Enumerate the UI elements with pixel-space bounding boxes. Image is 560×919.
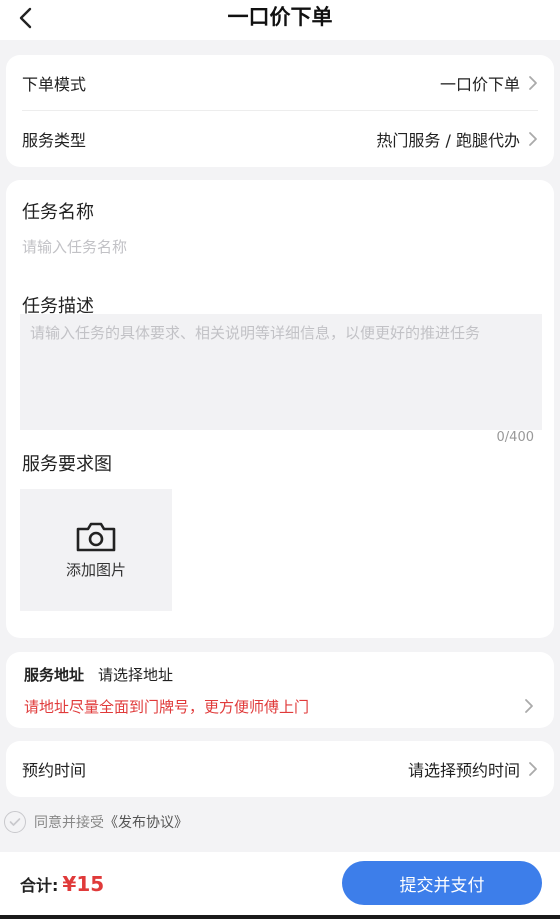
address-label: 服务地址 bbox=[24, 666, 85, 684]
navbar: 一口价下单 bbox=[0, 0, 560, 40]
chevron-right-icon bbox=[529, 132, 537, 146]
bottom-bar: 合计: ¥15 提交并支付 bbox=[0, 852, 560, 915]
home-indicator-bar bbox=[0, 915, 560, 919]
service-type-row[interactable]: 服务类型 热门服务 / 跑腿代办 bbox=[6, 111, 554, 167]
chevron-right-icon bbox=[529, 762, 537, 776]
agreement-link[interactable]: 《发布协议》 bbox=[104, 812, 188, 832]
address-tip: 请地址尽量全面到门牌号，更方便师傅上门 bbox=[24, 698, 310, 716]
service-type-label: 服务类型 bbox=[22, 131, 87, 150]
check-icon bbox=[9, 818, 21, 826]
order-settings-card: 下单模式 一口价下单 服务类型 热门服务 / 跑腿代办 bbox=[6, 55, 554, 167]
task-details-card: 任务名称 请输入任务名称 任务描述 0/400 服务要求图 添加图片 bbox=[6, 180, 554, 638]
service-address-card[interactable]: 服务地址 请选择地址 请地址尽量全面到门牌号，更方便师傅上门 bbox=[6, 652, 554, 728]
task-description-input[interactable] bbox=[20, 314, 542, 430]
submit-and-pay-button[interactable]: 提交并支付 bbox=[342, 861, 542, 905]
total-label: 合计: bbox=[20, 875, 59, 895]
address-header: 服务地址 请选择地址 bbox=[24, 664, 173, 685]
address-value: 请选择地址 bbox=[98, 666, 174, 684]
camera-icon bbox=[76, 522, 116, 551]
task-name-input[interactable]: 请输入任务名称 bbox=[22, 236, 538, 262]
page-title: 一口价下单 bbox=[227, 5, 333, 29]
appointment-time-row[interactable]: 预约时间 请选择预约时间 bbox=[6, 741, 554, 797]
order-mode-value: 一口价下单 bbox=[439, 75, 520, 94]
add-image-button[interactable]: 添加图片 bbox=[20, 489, 172, 611]
chevron-right-icon bbox=[529, 76, 537, 90]
order-mode-row[interactable]: 下单模式 一口价下单 bbox=[6, 55, 554, 111]
agreement-row: 同意并接受 《发布协议》 bbox=[4, 810, 188, 834]
chevron-right-icon bbox=[525, 699, 533, 713]
total-amount: ¥15 bbox=[62, 871, 105, 896]
task-name-label: 任务名称 bbox=[22, 202, 94, 223]
appointment-card: 预约时间 请选择预约时间 bbox=[6, 741, 554, 797]
add-image-label: 添加图片 bbox=[65, 560, 126, 579]
service-image-label: 服务要求图 bbox=[22, 454, 112, 475]
agreement-text: 同意并接受 bbox=[34, 815, 104, 831]
agreement-checkbox[interactable] bbox=[4, 811, 26, 833]
description-char-counter: 0/400 bbox=[496, 430, 534, 445]
appointment-time-label: 预约时间 bbox=[22, 761, 87, 780]
appointment-time-value: 请选择预约时间 bbox=[407, 761, 520, 780]
service-type-value: 热门服务 / 跑腿代办 bbox=[376, 131, 520, 150]
order-mode-label: 下单模式 bbox=[22, 75, 87, 94]
